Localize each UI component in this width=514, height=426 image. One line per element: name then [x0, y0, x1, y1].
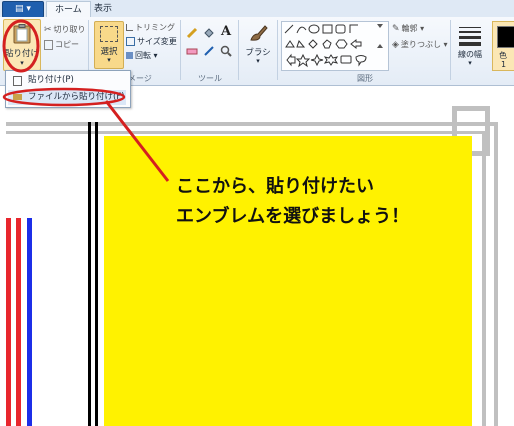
caption-line-2: エンブレムを選びましょう！	[176, 206, 410, 227]
caption-line-1: ここから、貼り付けたい	[176, 176, 374, 197]
annotation-arrow	[104, 100, 170, 182]
instruction-caption: ここから、貼り付けたい エンブレムを選びましょう！	[176, 172, 436, 232]
paste-button-highlight	[2, 19, 40, 73]
